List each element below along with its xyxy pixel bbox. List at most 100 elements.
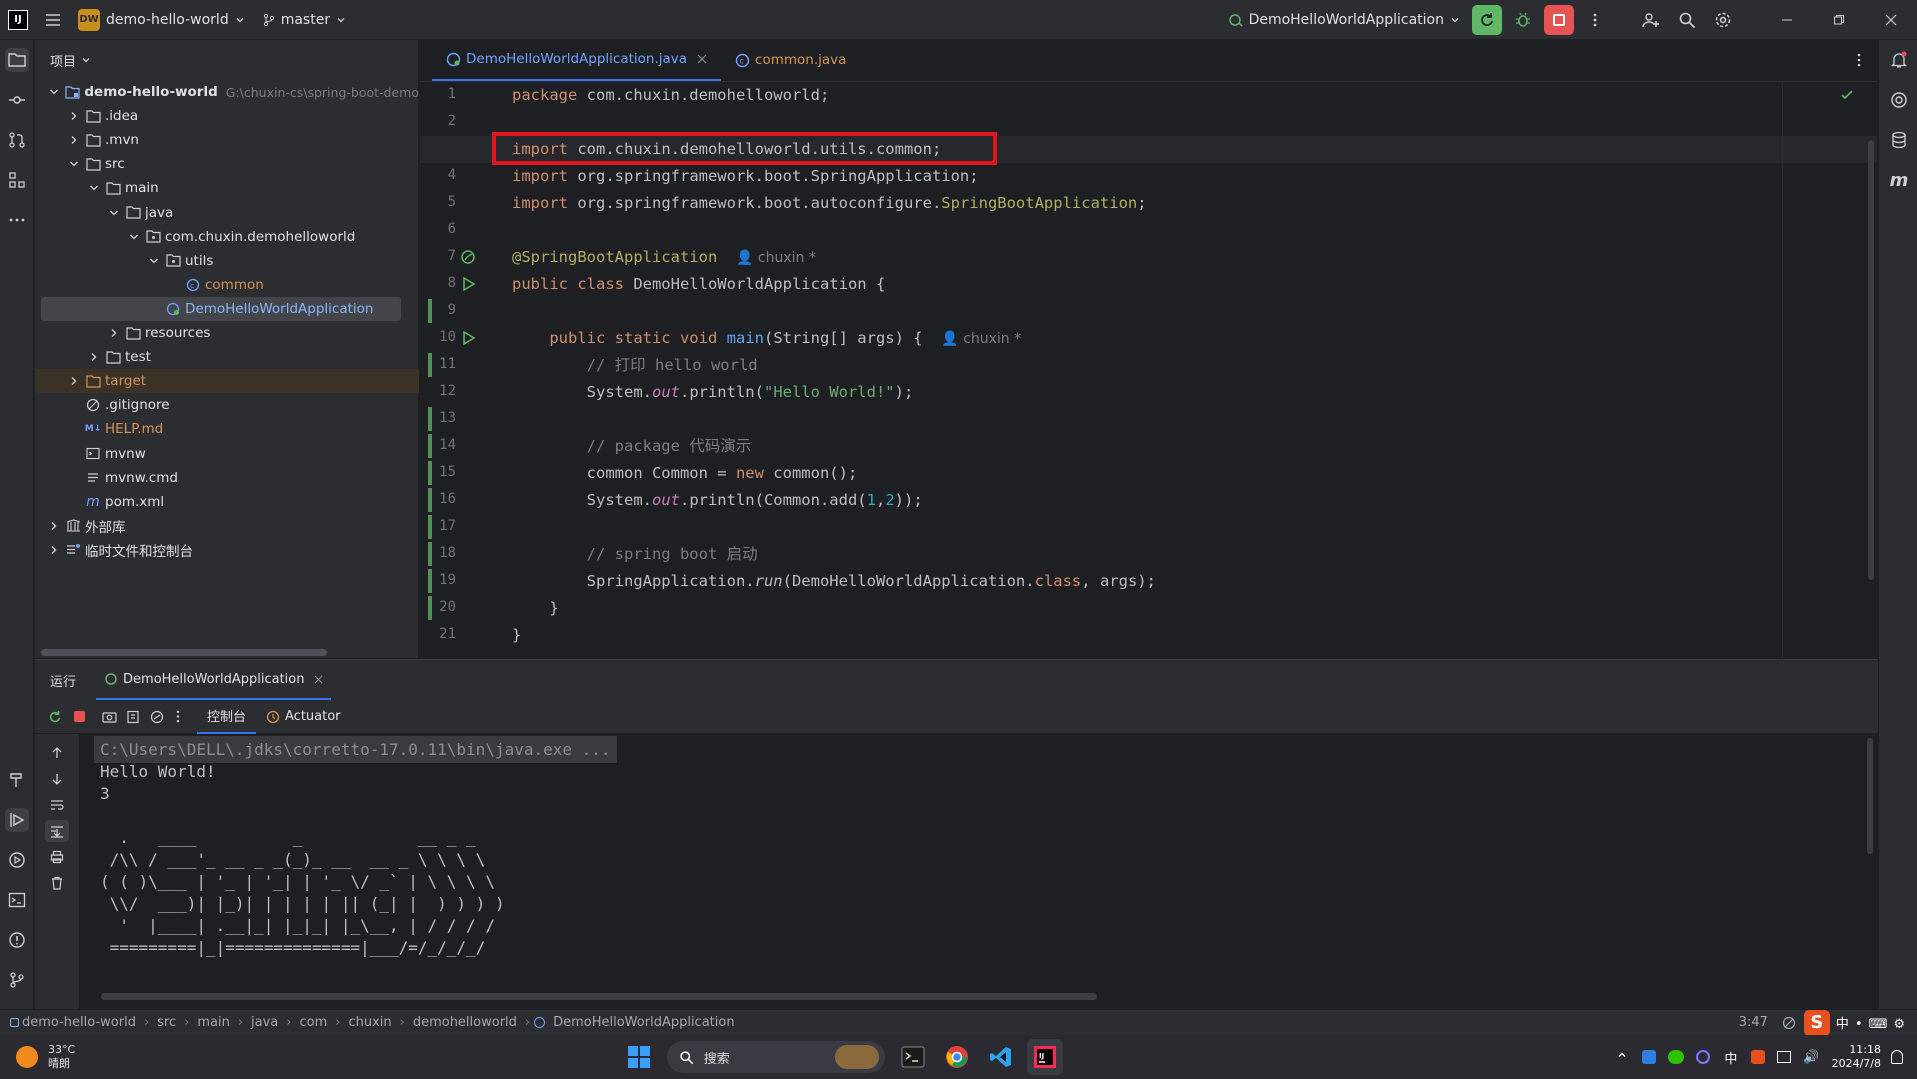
line-number[interactable]: 20 [420, 599, 456, 615]
commit-tool-button[interactable] [5, 88, 29, 112]
no-problems-check-icon[interactable] [1840, 88, 1854, 102]
run-gutter-icon[interactable] [460, 276, 476, 292]
chevron-down-icon[interactable] [107, 206, 121, 220]
start-button[interactable] [621, 1039, 657, 1075]
tree-item-pom-xml[interactable]: m pom.xml [35, 490, 419, 514]
vcs-change-marker[interactable] [428, 461, 432, 485]
code-content[interactable]: package com.chuxin.demohelloworld; impor… [420, 82, 1877, 658]
chevron-down-icon[interactable] [87, 181, 101, 195]
line-number[interactable]: 8 [420, 275, 456, 291]
chevron-right-icon[interactable] [67, 374, 81, 388]
tree-item-mvnw[interactable]: mvnw [35, 442, 419, 466]
more-actions-button[interactable] [1580, 5, 1610, 35]
vcs-change-marker[interactable] [428, 407, 432, 431]
arrow-up-icon[interactable] [50, 746, 64, 760]
debug-button[interactable] [1508, 5, 1538, 35]
git-tool-button[interactable] [5, 968, 29, 992]
vcs-change-marker[interactable] [428, 353, 432, 377]
tree-item-demohelloworldapplication[interactable]: DemoHelloWorldApplication [41, 296, 401, 321]
bluetooth-tray-icon[interactable] [1642, 1050, 1657, 1064]
project-selector[interactable]: DW demo-hello-world [70, 0, 254, 40]
problems-tool-button[interactable] [5, 928, 29, 952]
close-icon[interactable] [314, 675, 323, 684]
volume-tray-icon[interactable]: 🔊 [1803, 1050, 1819, 1065]
close-icon[interactable] [697, 54, 707, 64]
line-number[interactable]: 7 [420, 248, 456, 264]
ai-assistant-tool-button[interactable] [1887, 88, 1911, 112]
dump-threads-button[interactable] [121, 705, 145, 729]
tree-item-java[interactable]: java [35, 201, 419, 225]
no-power-save-icon[interactable] [1782, 1016, 1796, 1030]
chevron-down-icon[interactable] [127, 230, 141, 244]
chevron-right-icon[interactable] [67, 133, 81, 147]
tree-item-mvn[interactable]: .mvn [35, 128, 419, 152]
breadcrumb-item[interactable]: main [197, 1015, 229, 1030]
vcs-change-marker[interactable] [428, 434, 432, 458]
chevron-down-icon[interactable] [47, 85, 61, 99]
run-gutter-icon[interactable] [460, 330, 476, 346]
tray-overflow-button[interactable] [1616, 1049, 1628, 1065]
wechat-tray-icon[interactable] [1668, 1050, 1685, 1064]
chevron-down-icon[interactable] [147, 254, 161, 268]
run-tab-demo-hello-world-application[interactable]: DemoHelloWorldApplication [96, 660, 332, 700]
tree-item-com-chuxin-demohelloworld[interactable]: com.chuxin.demohelloworld [35, 225, 419, 249]
sogou-ime-icon[interactable]: S [1803, 1009, 1830, 1036]
line-number[interactable]: 15 [420, 464, 456, 480]
line-number[interactable]: 11 [420, 356, 456, 372]
screenshot-button[interactable] [97, 705, 121, 729]
main-menu-button[interactable] [36, 0, 70, 40]
horizontal-scrollbar[interactable] [41, 649, 327, 656]
settings-button[interactable] [1708, 5, 1738, 35]
code-with-me-button[interactable] [1636, 5, 1666, 35]
tab-demo-hello-world-application[interactable]: DemoHelloWorldApplication.java [432, 39, 722, 81]
caret-position[interactable]: 3:47 [1739, 1015, 1768, 1030]
line-number[interactable]: 5 [420, 194, 456, 210]
console-horizontal-scrollbar[interactable] [101, 993, 1097, 1000]
database-tool-button[interactable] [1887, 128, 1911, 152]
ime-status-bar[interactable]: 中•⌨⚙ [1836, 1013, 1911, 1032]
line-number[interactable]: 2 [420, 113, 456, 129]
branch-selector[interactable]: master [254, 0, 355, 40]
line-number[interactable]: 16 [420, 491, 456, 507]
chevron-right-icon[interactable] [47, 519, 61, 533]
services-tool-button[interactable] [5, 848, 29, 872]
tree-item-demo-hello-world[interactable]: demo-hello-world G:\chuxin-cs\spring-boot… [35, 80, 419, 104]
console-output[interactable]: C:\Users\DELL\.jdks\corretto-17.0.11\bin… [90, 734, 1870, 1010]
chevron-down-icon[interactable] [67, 157, 81, 171]
line-number[interactable]: 21 [420, 626, 456, 642]
tree-item-common[interactable]: c common [35, 273, 419, 297]
vcs-change-marker[interactable] [428, 596, 432, 620]
console-vertical-scrollbar[interactable] [1867, 738, 1873, 854]
chevron-right-icon[interactable] [107, 326, 121, 340]
weather-widget[interactable]: 33°C 晴朗 [16, 1043, 75, 1071]
run-tool-button[interactable] [5, 808, 29, 832]
vcs-change-marker[interactable] [428, 299, 432, 323]
arrow-down-icon[interactable] [50, 772, 64, 786]
vscode-app[interactable] [983, 1039, 1019, 1075]
maven-tool-button[interactable]: m [1887, 168, 1911, 192]
tree-item-临时文件和控制台[interactable]: 临时文件和控制台 [35, 538, 419, 562]
tree-item-target[interactable]: target [35, 369, 419, 394]
intellij-app[interactable]: IJ [1026, 1039, 1063, 1075]
line-number[interactable]: 10 [420, 329, 456, 345]
vcs-change-marker[interactable] [428, 569, 432, 593]
vcs-change-marker[interactable] [428, 542, 432, 566]
tab-console[interactable]: 控制台 [197, 700, 257, 734]
spring-bean-gutter-icon[interactable] [460, 249, 476, 265]
editor-vertical-scrollbar[interactable] [1868, 140, 1874, 580]
soft-wrap-icon[interactable] [50, 798, 64, 812]
breadcrumb-item[interactable]: chuxin [348, 1015, 391, 1030]
line-number[interactable]: 17 [420, 518, 456, 534]
vcs-change-marker[interactable] [428, 488, 432, 512]
sogou-tray-icon[interactable] [1751, 1050, 1766, 1064]
tree-item-mvnw-cmd[interactable]: mvnw.cmd [35, 466, 419, 490]
terminal-tool-button[interactable] [5, 888, 29, 912]
chevron-right-icon[interactable] [47, 543, 61, 557]
search-everywhere-button[interactable] [1672, 5, 1702, 35]
tab-actuator[interactable]: Actuator [256, 700, 351, 734]
run-more-button[interactable] [169, 705, 187, 729]
pull-requests-tool-button[interactable] [5, 128, 29, 152]
tree-item-src[interactable]: src [35, 152, 419, 176]
tree-item-gitignore[interactable]: .gitignore [35, 393, 419, 417]
line-number[interactable]: 13 [420, 410, 456, 426]
